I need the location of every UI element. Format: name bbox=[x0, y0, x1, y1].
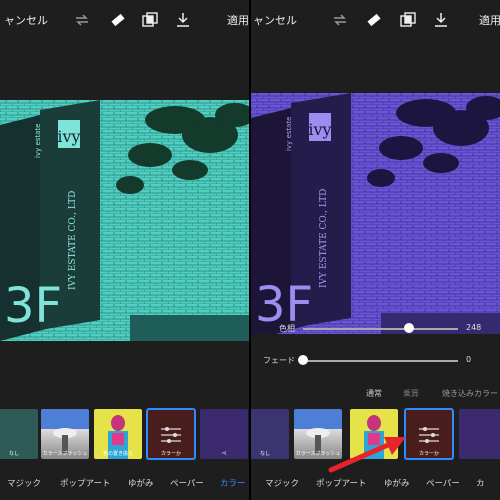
eraser-icon[interactable] bbox=[364, 10, 384, 30]
sign-logo-mark: ivy bbox=[57, 127, 80, 146]
edited-photo: ivy ivy estate IVY ESTATE CO., LTD 3F bbox=[0, 100, 249, 341]
flip-icon[interactable] bbox=[330, 10, 350, 30]
sign-company-name: IVY ESTATE CO., LTD bbox=[319, 189, 329, 288]
filter-thumb-none[interactable]: なし bbox=[0, 409, 38, 459]
editor-toolbar: ャンセル 適用 bbox=[251, 0, 500, 40]
tab-pop-art[interactable]: ポップアート bbox=[60, 477, 111, 489]
blend-multiply[interactable]: 乗算 bbox=[403, 388, 419, 399]
fade-slider-track[interactable] bbox=[303, 360, 458, 362]
filter-caption: なし bbox=[259, 451, 270, 457]
download-icon[interactable] bbox=[173, 10, 193, 30]
filter-caption: なし bbox=[8, 451, 19, 457]
compare-icon[interactable] bbox=[398, 10, 418, 30]
cancel-button[interactable]: ャンセル bbox=[253, 12, 297, 28]
blend-color-burn[interactable]: 焼き込みカラー bbox=[442, 388, 498, 399]
tab-color[interactable]: カ bbox=[476, 477, 485, 489]
fade-label: フェード bbox=[263, 356, 295, 365]
tab-paper[interactable]: ペーパー bbox=[426, 477, 460, 489]
sign-logo-mark: ivy bbox=[308, 120, 331, 139]
hue-label: 色相 bbox=[279, 324, 295, 333]
hue-slider-knob[interactable] bbox=[404, 323, 414, 333]
tab-distort[interactable]: ゆがみ bbox=[128, 477, 154, 489]
right-editor-pane: ャンセル 適用 ivy ivy estate IVY ESTATE CO., L… bbox=[251, 0, 500, 500]
tab-color[interactable]: カラー bbox=[220, 477, 246, 489]
tab-distort[interactable]: ゆがみ bbox=[384, 477, 410, 489]
filter-caption: ペ bbox=[221, 451, 227, 457]
blend-normal[interactable]: 通常 bbox=[366, 388, 382, 399]
compare-icon[interactable] bbox=[140, 10, 160, 30]
cancel-button[interactable]: ャンセル bbox=[4, 12, 48, 28]
left-editor-pane: ャンセル 適用 ivy ivy estate IVY ESTATE CO., L… bbox=[0, 0, 249, 500]
apply-button[interactable]: 適用 bbox=[227, 12, 249, 28]
filter-caption: カラーか bbox=[160, 451, 181, 457]
download-icon[interactable] bbox=[431, 10, 451, 30]
fade-value: 0 bbox=[466, 355, 472, 364]
sign-logo-text: ivy estate bbox=[34, 124, 42, 159]
filter-thumb-color-splash[interactable]: カラースプラッシュ bbox=[41, 409, 89, 459]
filter-strip: なし カラースプラッシュ 色の置き換え カラーか ペ bbox=[0, 408, 249, 461]
filter-caption: カラースプラッシュ bbox=[42, 451, 88, 457]
fade-slider-knob[interactable] bbox=[298, 355, 308, 365]
tab-magic[interactable]: マジック bbox=[265, 477, 299, 489]
tab-paper[interactable]: ペーパー bbox=[170, 477, 204, 489]
effect-category-tabs: マジック ポップアート ゆがみ ペーパー カラー bbox=[0, 477, 249, 493]
filter-thumb-colorize[interactable]: カラーか bbox=[146, 408, 196, 460]
sign-logo-text: ivy estate bbox=[285, 117, 293, 152]
filter-caption: 色の置き換え bbox=[102, 451, 133, 457]
floor-number: 3F bbox=[4, 278, 62, 334]
hue-slider-track[interactable] bbox=[303, 328, 458, 330]
eraser-icon[interactable] bbox=[108, 10, 128, 30]
filter-thumb-none[interactable]: なし bbox=[251, 409, 289, 459]
editor-toolbar: ャンセル 適用 bbox=[0, 0, 249, 40]
filter-thumb-paper[interactable]: ペ bbox=[200, 409, 248, 459]
red-arrow-annotation bbox=[328, 437, 406, 473]
filter-thumb-paper[interactable] bbox=[459, 409, 500, 459]
split-screen: ャンセル 適用 ivy ivy estate IVY ESTATE CO., L… bbox=[0, 0, 500, 500]
edited-photo: ivy ivy estate IVY ESTATE CO., LTD 3F bbox=[251, 93, 500, 334]
flip-icon[interactable] bbox=[72, 10, 92, 30]
apply-button[interactable]: 適用 bbox=[479, 12, 500, 28]
hue-value: 248 bbox=[466, 323, 482, 332]
filter-thumb-replace-color[interactable]: 色の置き換え bbox=[94, 409, 142, 459]
tab-magic[interactable]: マジック bbox=[7, 477, 41, 489]
tab-pop-art[interactable]: ポップアート bbox=[316, 477, 367, 489]
sign-company-name: IVY ESTATE CO., LTD bbox=[68, 191, 78, 290]
effect-category-tabs: マジック ポップアート ゆがみ ペーパー カ bbox=[251, 477, 500, 493]
